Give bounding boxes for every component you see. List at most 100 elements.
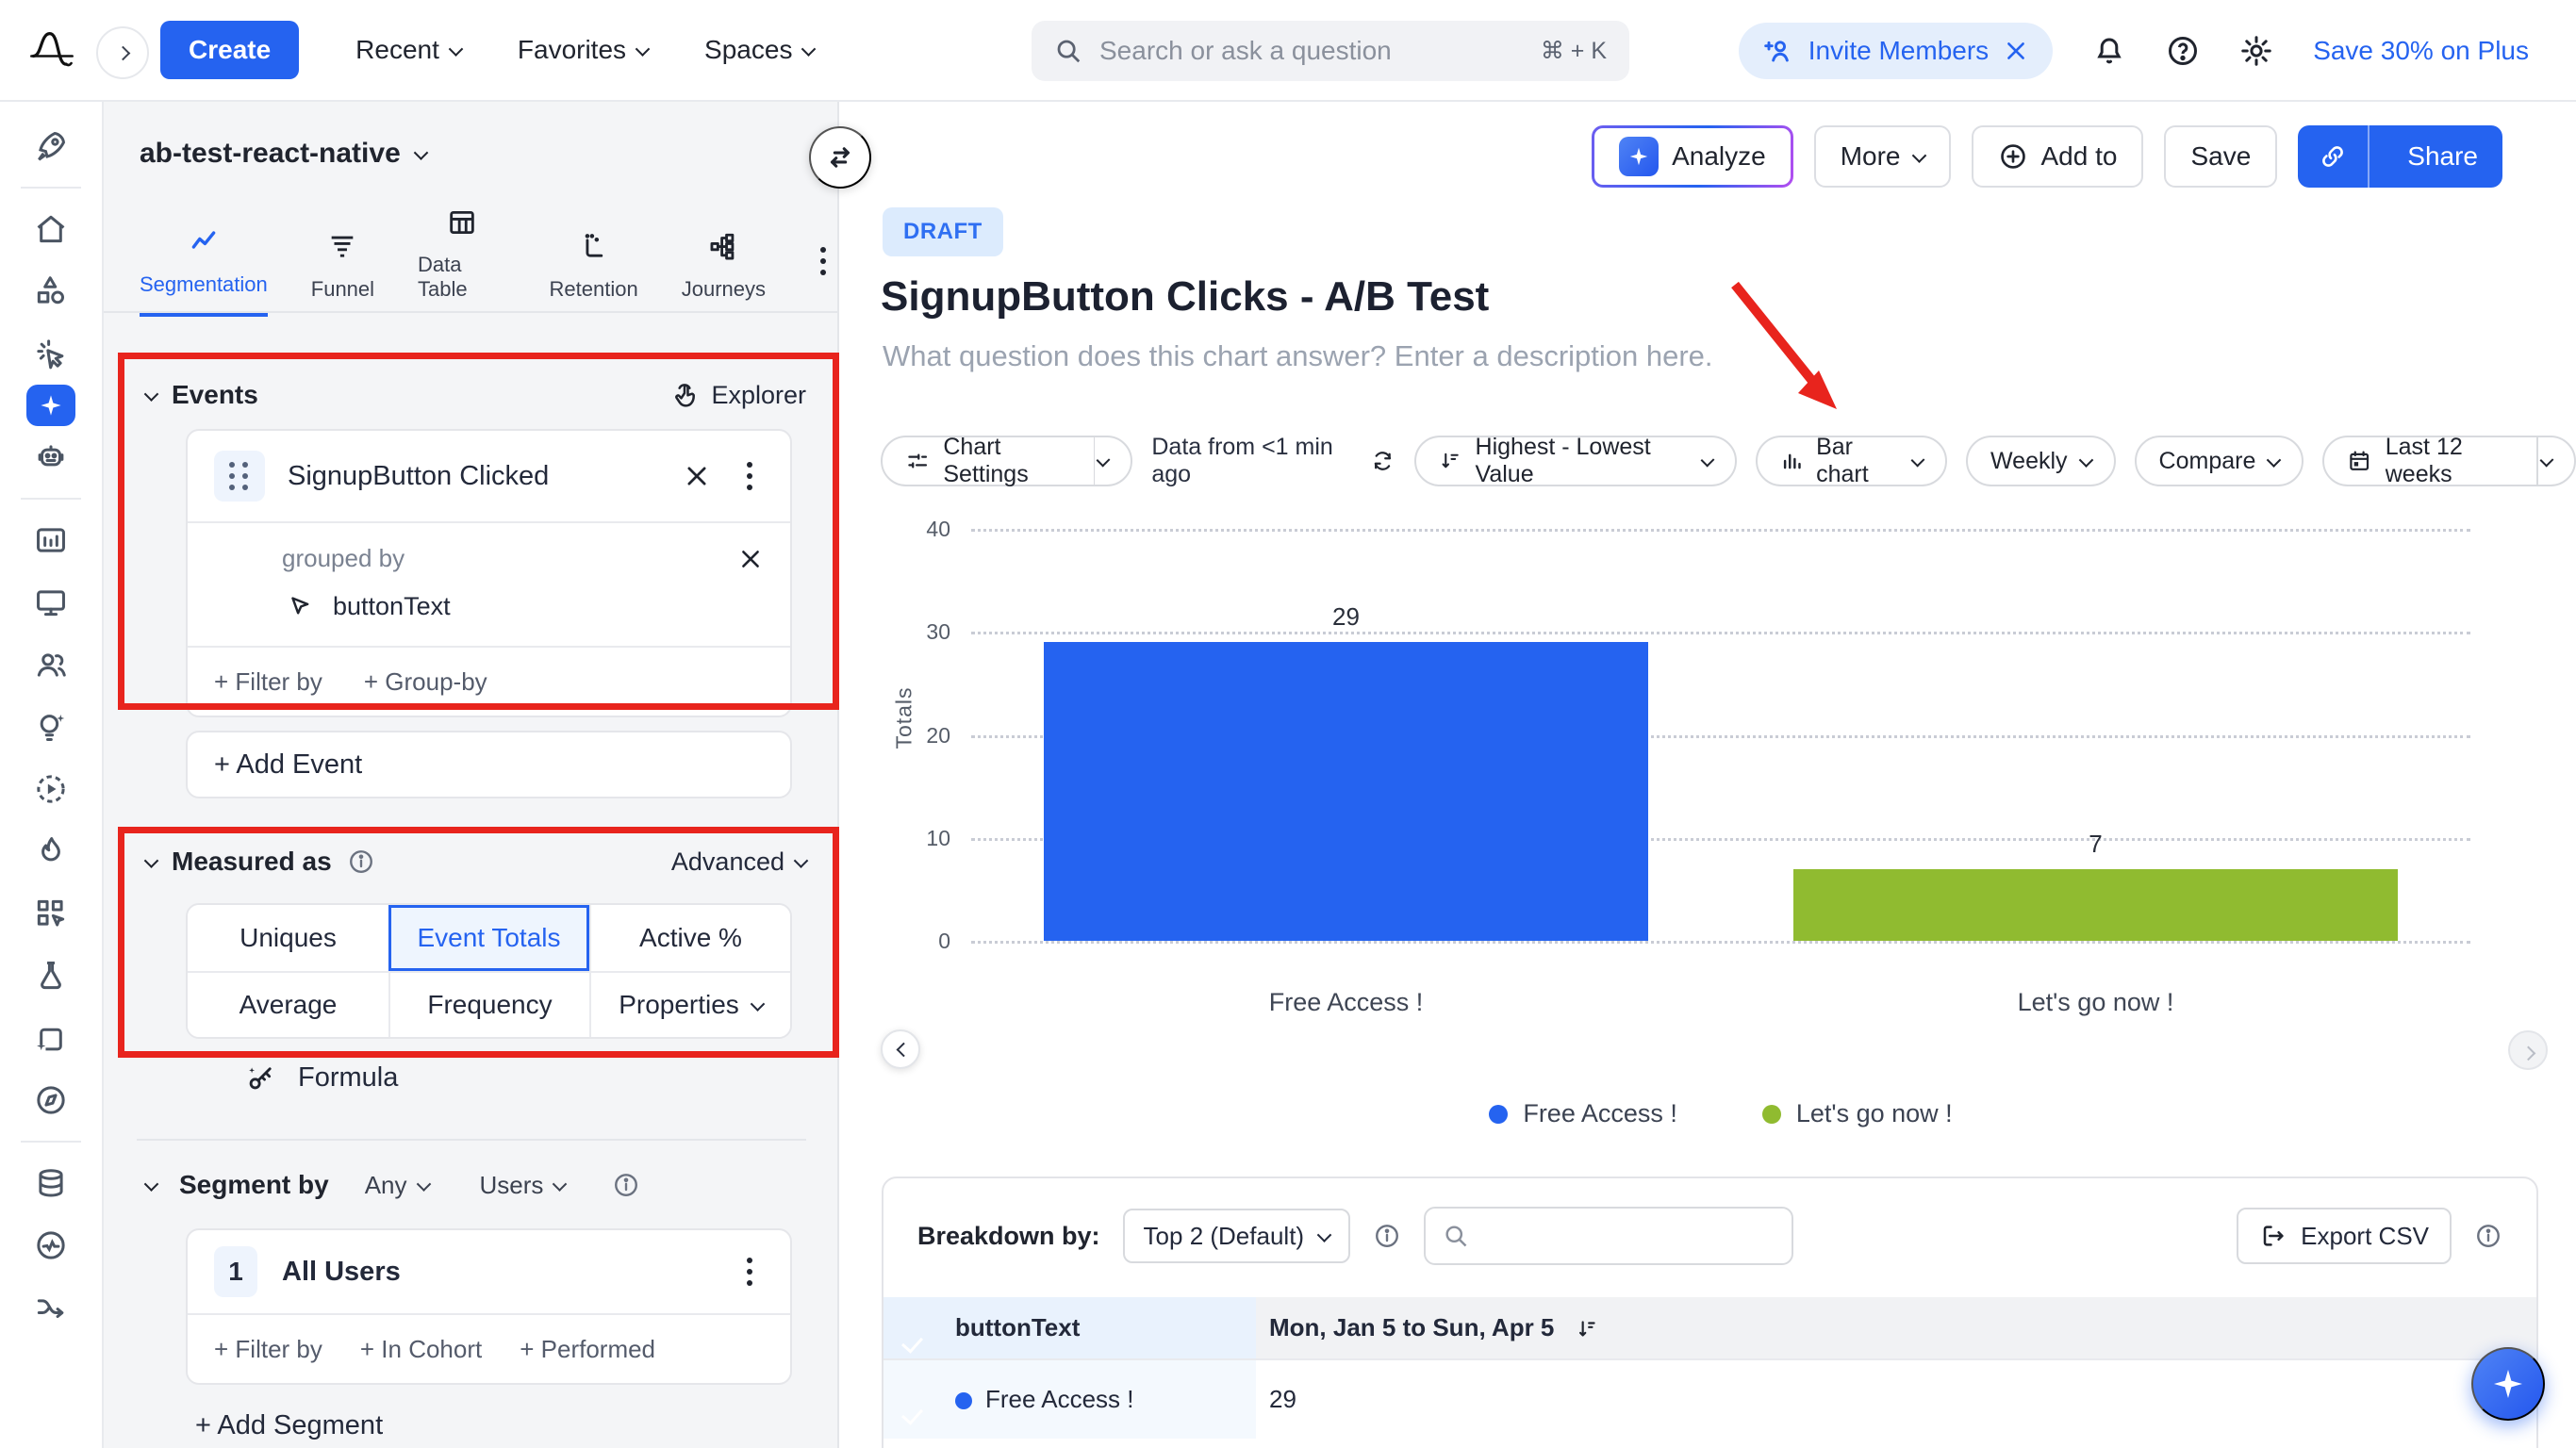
agent-bot-icon[interactable] — [30, 436, 72, 478]
objects-shapes-icon[interactable] — [30, 271, 72, 312]
segment-row[interactable]: 1 All Users — [188, 1230, 790, 1313]
templates-icon[interactable] — [30, 893, 72, 934]
create-button[interactable]: Create — [160, 21, 300, 79]
property-column-header[interactable]: buttonText — [942, 1297, 1256, 1359]
chart-next-button[interactable] — [2508, 1030, 2548, 1070]
measure-uniques[interactable]: Uniques — [188, 905, 388, 971]
collapse-chevron-icon[interactable] — [143, 852, 159, 868]
group-by-button[interactable]: + Group-by — [364, 667, 487, 697]
segment-filter-by-button[interactable]: + Filter by — [214, 1335, 322, 1364]
ai-sparkle-active-icon[interactable] — [26, 385, 75, 426]
menu-spaces[interactable]: Spaces — [704, 35, 817, 65]
breakdown-top-selector[interactable]: Top 2 (Default) — [1122, 1209, 1351, 1263]
info-icon[interactable] — [612, 1171, 640, 1199]
menu-favorites[interactable]: Favorites — [518, 35, 651, 65]
chart-settings-button[interactable]: Chart Settings — [881, 434, 1133, 487]
more-button[interactable]: More — [1813, 125, 1951, 188]
legend-item[interactable]: Free Access ! — [1489, 1099, 1677, 1128]
info-icon[interactable] — [347, 847, 375, 876]
add-to-button[interactable]: Add to — [1971, 125, 2144, 188]
measure-properties[interactable]: Properties — [589, 971, 790, 1037]
displays-icon[interactable] — [30, 582, 72, 623]
report-title[interactable]: SignupButton Clicks - A/B Test — [881, 273, 1489, 321]
refresh-icon[interactable] — [1370, 447, 1395, 475]
swap-panel-button[interactable] — [809, 126, 871, 189]
save-button[interactable]: Save — [2164, 125, 2278, 188]
segment-users-dropdown[interactable]: Users — [480, 1171, 568, 1200]
amplitude-logo[interactable] — [0, 25, 104, 74]
project-selector[interactable]: ab-test-react-native — [140, 138, 429, 170]
info-icon[interactable] — [2474, 1222, 2502, 1250]
event-row[interactable]: SignupButton Clicked — [188, 431, 790, 521]
measure-active-pct[interactable]: Active % — [589, 905, 790, 971]
settings-gear-icon[interactable] — [2239, 34, 2273, 68]
interval-dropdown[interactable]: Weekly — [1966, 436, 2116, 486]
info-icon[interactable] — [1373, 1222, 1401, 1250]
add-segment-button[interactable]: + Add Segment — [195, 1410, 383, 1441]
performed-button[interactable]: + Performed — [520, 1335, 655, 1364]
formula-button[interactable]: Formula — [245, 1061, 398, 1094]
tab-funnel[interactable]: Funnel — [311, 230, 374, 317]
date-column-header[interactable]: Mon, Jan 5 to Sun, Apr 5 — [1256, 1297, 2536, 1359]
search-input[interactable]: Search or ask a question ⌘ + K — [1032, 21, 1629, 81]
explorer-button[interactable]: Explorer — [669, 380, 806, 410]
getting-started-rocket-icon[interactable] — [30, 125, 72, 167]
filter-by-button[interactable]: + Filter by — [214, 667, 322, 697]
save-30-plus-link[interactable]: Save 30% on Plus — [2313, 36, 2529, 66]
measure-event-totals[interactable]: Event Totals — [388, 905, 589, 971]
compare-dropdown[interactable]: Compare — [2134, 436, 2304, 486]
heatmap-flame-icon[interactable] — [30, 831, 72, 872]
remove-group-by-icon[interactable] — [737, 546, 764, 572]
chart-prev-button[interactable] — [881, 1029, 920, 1069]
insights-bulb-icon[interactable] — [30, 706, 72, 748]
copy-link-icon[interactable] — [2298, 125, 2370, 188]
bar-1[interactable] — [1793, 868, 2398, 941]
sort-order-dropdown[interactable]: Highest - Lowest Value — [1413, 434, 1737, 487]
chart-type-dropdown[interactable]: Bar chart — [1755, 434, 1948, 487]
in-cohort-button[interactable]: + In Cohort — [360, 1335, 482, 1364]
segment-any-dropdown[interactable]: Any — [365, 1171, 431, 1200]
legend-item[interactable]: Let's go now ! — [1761, 1099, 1953, 1128]
date-range-dropdown[interactable]: Last 12 weeks — [2322, 434, 2576, 487]
drag-handle-icon[interactable] — [214, 451, 265, 502]
bar-0[interactable] — [1044, 642, 1648, 941]
segment-options-kebab-icon[interactable] — [735, 1258, 764, 1286]
sidebar-expand-button[interactable] — [96, 26, 149, 79]
click-tracking-icon[interactable] — [30, 333, 72, 374]
help-icon[interactable] — [2166, 34, 2200, 68]
tab-data-table[interactable]: Data Table — [418, 206, 505, 317]
pathways-icon[interactable] — [30, 1287, 72, 1328]
feedback-icon[interactable] — [30, 1017, 72, 1059]
chevron-down-icon[interactable] — [2539, 452, 2554, 467]
session-replay-icon[interactable] — [30, 768, 72, 810]
data-database-icon[interactable] — [30, 1162, 72, 1204]
invite-members-pill[interactable]: Invite Members — [1738, 23, 2054, 79]
close-icon[interactable] — [2004, 39, 2028, 63]
share-button[interactable]: Share — [2298, 125, 2502, 188]
experiments-flask-icon[interactable] — [30, 955, 72, 996]
tabs-overflow-menu[interactable] — [809, 247, 837, 317]
discover-compass-icon[interactable] — [30, 1079, 72, 1121]
ai-assistant-fab[interactable] — [2471, 1347, 2545, 1421]
home-icon[interactable] — [30, 208, 72, 250]
breakdown-search-input[interactable] — [1424, 1207, 1794, 1265]
breakdown-data-row[interactable]: Free Access ! 29 — [883, 1359, 2536, 1439]
group-property-row[interactable]: buttonText — [286, 592, 764, 621]
remove-event-icon[interactable] — [683, 462, 711, 490]
collapse-chevron-icon[interactable] — [143, 1176, 159, 1192]
tab-journeys[interactable]: Journeys — [682, 230, 766, 317]
measure-average[interactable]: Average — [188, 971, 388, 1037]
event-options-kebab-icon[interactable] — [735, 462, 764, 490]
collapse-chevron-icon[interactable] — [143, 386, 159, 402]
metrics-gauge-icon[interactable] — [30, 1225, 72, 1266]
dashboards-icon[interactable] — [30, 519, 72, 561]
measure-frequency[interactable]: Frequency — [388, 971, 589, 1037]
advanced-dropdown[interactable]: Advanced — [671, 847, 809, 877]
users-icon[interactable] — [30, 644, 72, 685]
tab-segmentation[interactable]: Segmentation — [140, 225, 268, 317]
notifications-bell-icon[interactable] — [2092, 34, 2126, 68]
report-description-placeholder[interactable]: What question does this chart answer? En… — [883, 339, 1713, 373]
tab-retention[interactable]: Retention — [550, 230, 638, 317]
analyze-button[interactable]: Analyze — [1592, 125, 1793, 188]
menu-recent[interactable]: Recent — [355, 35, 464, 65]
